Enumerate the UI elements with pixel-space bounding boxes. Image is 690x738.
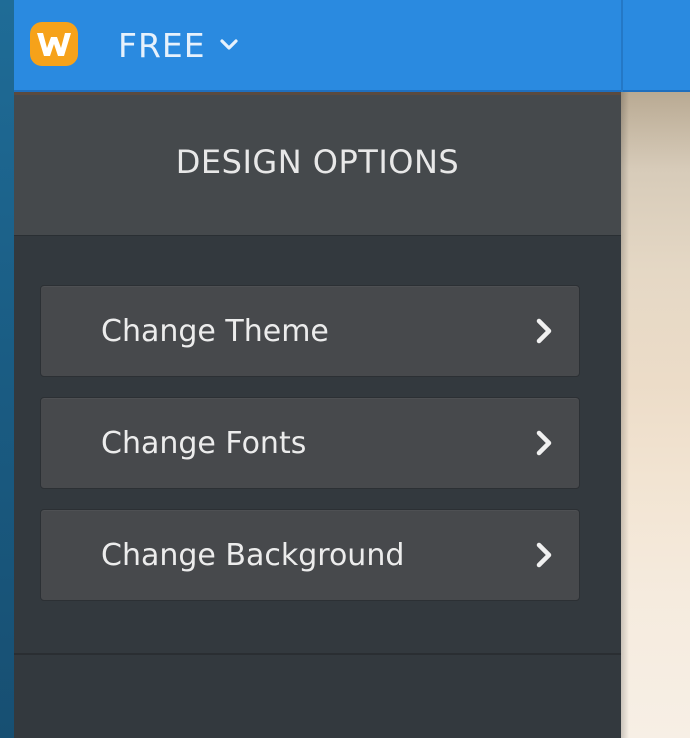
chevron-right-icon	[536, 318, 552, 344]
change-background-button[interactable]: Change Background	[40, 509, 580, 601]
weebly-logo-icon[interactable]	[28, 18, 80, 70]
chevron-right-icon	[536, 542, 552, 568]
change-theme-button[interactable]: Change Theme	[40, 285, 580, 377]
panel-footer	[14, 655, 621, 738]
panel-title: DESIGN OPTIONS	[175, 142, 460, 181]
chevron-down-icon	[218, 34, 240, 56]
top-bar: FREE	[14, 0, 690, 92]
panel-header: DESIGN OPTIONS	[14, 92, 621, 236]
window-edge	[0, 0, 14, 738]
plan-dropdown[interactable]: FREE	[118, 20, 240, 70]
chevron-right-icon	[536, 430, 552, 456]
change-fonts-button[interactable]: Change Fonts	[40, 397, 580, 489]
option-label: Change Background	[101, 537, 405, 573]
design-options-panel: DESIGN OPTIONS Change Theme Change Fonts…	[14, 92, 621, 738]
option-label: Change Theme	[101, 313, 329, 349]
plan-label: FREE	[118, 25, 206, 65]
topbar-divider	[621, 0, 623, 92]
option-label: Change Fonts	[101, 425, 307, 461]
site-preview[interactable]	[621, 92, 690, 738]
